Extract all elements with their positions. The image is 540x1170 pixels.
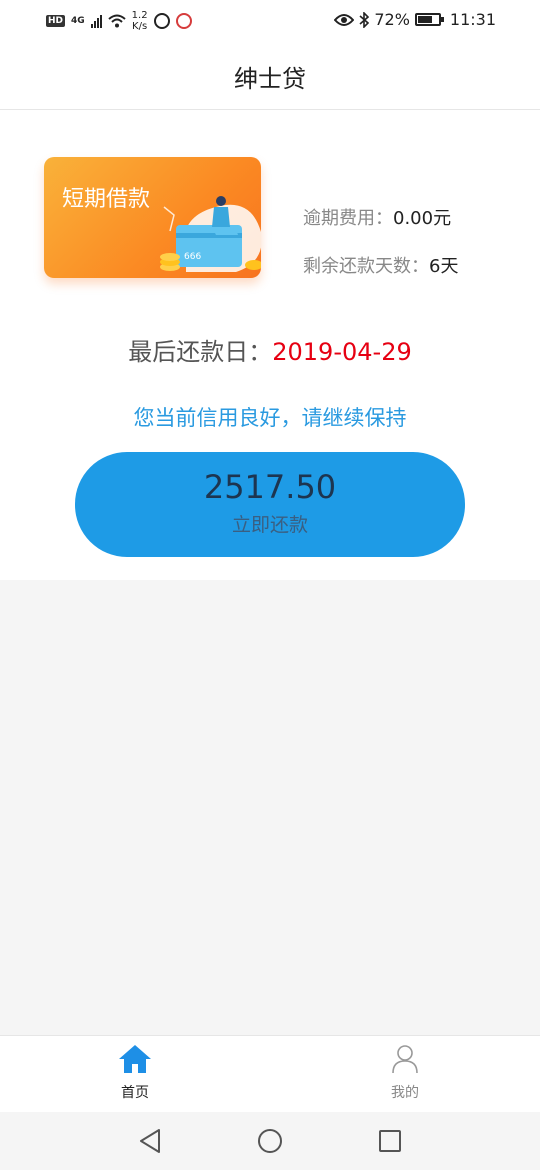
notification-app-icon-red [175,13,192,29]
network-label: 4G [71,16,85,26]
notification-app-icon [153,13,170,29]
tab-mine-label: 我的 [391,1085,419,1101]
overdue-fee-value: 0.00元 [393,208,452,229]
recent-apps-icon[interactable] [375,1126,405,1156]
overdue-fee-row: 逾期费用：0.00元 [303,204,451,230]
bluetooth-icon [359,11,370,28]
overdue-fee-label: 逾期费用： [303,208,393,229]
signal-icon [90,14,102,28]
status-bar: HD 4G 1.2 K/s 72% 11:31 [0,0,540,44]
repay-amount: 2517.50 [203,468,337,506]
app-header: 绅士贷 [0,44,540,110]
credit-card-illustration: 666 [160,196,261,272]
back-icon[interactable] [135,1126,165,1156]
repay-now-button[interactable]: 2517.50 立即还款 [75,452,465,557]
tab-mine[interactable]: 我的 [345,1044,465,1102]
status-left: HD 4G 1.2 K/s [46,10,192,32]
loan-type-card: 短期借款 666 [44,157,261,278]
bottom-tab-bar: 首页 我的 [0,1035,540,1112]
repay-now-label: 立即还款 [231,514,308,536]
network-speed: 1.2 K/s [132,10,148,32]
page-title: 绅士贷 [234,65,306,93]
remaining-days-row: 剩余还款天数：6天 [303,252,458,278]
speed-value: 1.2 [131,10,148,21]
loan-type-title: 短期借款 [62,187,151,212]
tab-home-label: 首页 [121,1085,149,1101]
due-date-label: 最后还款日： [128,338,273,366]
loan-panel: 短期借款 666 逾期费用：0.00元 剩余还款天数：6天 最后还款日：2019… [0,110,540,580]
system-nav-bar [0,1112,540,1170]
tab-home[interactable]: 首页 [75,1044,195,1102]
svg-text:666: 666 [184,252,201,262]
eye-icon [334,13,355,26]
home-icon [119,1045,151,1073]
credit-status-message: 您当前信用良好，请继续保持 [133,406,407,430]
remaining-days-label: 剩余还款天数： [303,256,429,277]
speed-unit: K/s [132,21,148,32]
due-date-value: 2019-04-29 [272,338,412,366]
battery-icon [414,13,444,26]
wifi-icon [108,14,126,28]
status-right: 72% 11:31 [334,10,496,29]
home-circle-icon[interactable] [255,1126,285,1156]
remaining-days-value: 6天 [429,256,459,277]
user-icon [392,1045,418,1074]
clock: 11:31 [449,10,496,29]
hd-badge: HD [46,15,66,27]
due-date-row: 最后还款日：2019-04-29 [0,332,540,367]
battery-percent: 72% [374,10,410,29]
